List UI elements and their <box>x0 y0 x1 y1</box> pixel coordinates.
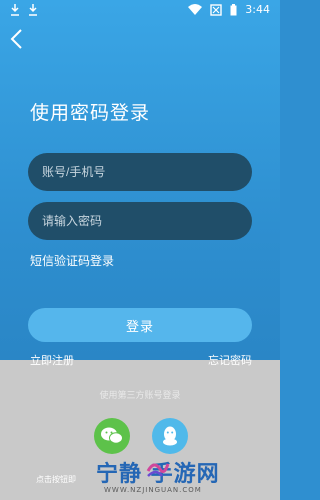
password-input[interactable] <box>28 202 252 240</box>
site-watermark: 宁静 手游网 WWW.NZJINGUAN.COM <box>96 456 274 500</box>
wechat-icon <box>101 427 123 444</box>
agreement-tip: 点击按钮即 <box>36 475 76 484</box>
register-link[interactable]: 立即注册 <box>30 352 74 368</box>
third-party-label: 使用第三方账号登录 <box>99 391 181 401</box>
status-right: 3:44 <box>188 3 270 16</box>
status-time: 3:44 <box>245 3 270 16</box>
wifi-icon <box>188 4 203 15</box>
qq-icon <box>163 426 177 446</box>
login-button[interactable]: 登录 <box>28 308 252 342</box>
page-title: 使用密码登录 <box>30 102 151 124</box>
sms-login-link[interactable]: 短信验证码登录 <box>30 252 114 269</box>
back-arrow-icon[interactable] <box>8 28 26 50</box>
watermark-logo-icon <box>146 463 170 477</box>
battery-icon <box>230 3 237 15</box>
login-screen: 3:44 使用密码登录 短信验证码登录 登录 立即注册 忘记密码 使用第三方账号… <box>0 0 280 500</box>
status-bar: 3:44 <box>0 0 280 20</box>
forgot-password-link[interactable]: 忘记密码 <box>208 352 252 368</box>
watermark-url: WWW.NZJINGUAN.COM <box>104 486 202 494</box>
account-input[interactable] <box>28 153 252 191</box>
qq-login-button[interactable] <box>152 418 188 454</box>
signal-off-icon <box>210 3 222 16</box>
download-icon <box>11 4 19 16</box>
download-icon <box>29 4 37 16</box>
wechat-login-button[interactable] <box>94 418 130 454</box>
